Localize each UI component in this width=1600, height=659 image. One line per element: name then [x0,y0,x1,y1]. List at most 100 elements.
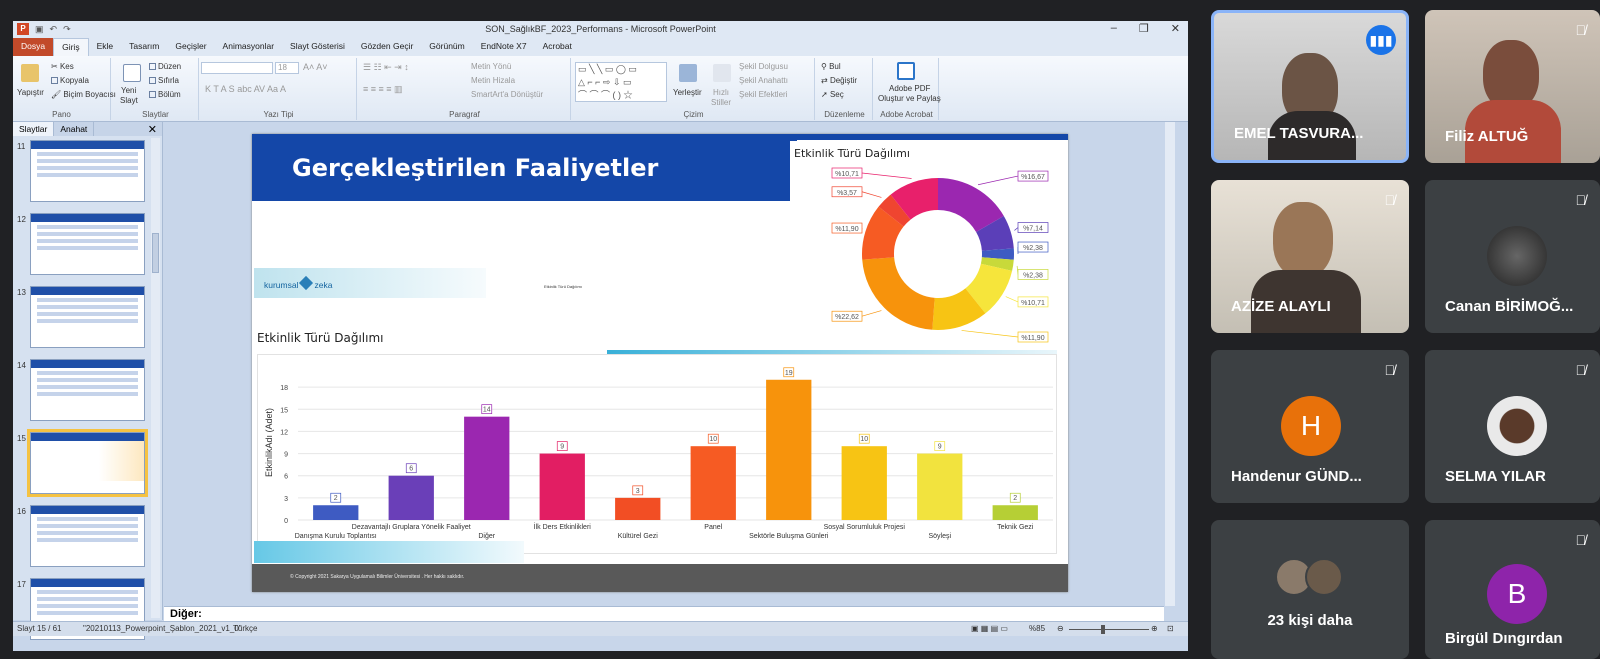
logo-text-right: zeka [314,280,333,290]
donut-leader [977,175,1019,186]
participant-tile-5[interactable]: H 🎙̸ Handenur GÜND... [1211,350,1409,503]
slide-thumbnail[interactable] [30,140,145,202]
tab-design[interactable]: Tasarım [121,38,167,56]
tab-review[interactable]: Gözden Geçir [353,38,421,56]
bar-chart-svg: 0 3 6 9 12 15 18 EtkinlikAdı (Adet) 2 Danışma Kur… [264,367,1053,540]
participant-name-5: Handenur GÜND... [1231,468,1362,485]
group-font: 18 A˄ A˅ K T A S abc AV Aa A Yazı Tipi [201,58,357,120]
tab-home[interactable]: Giriş [53,38,89,56]
shape-effects-button[interactable]: Şekil Efektleri [739,90,787,99]
cut-button[interactable]: ✂ Kes [51,62,74,71]
zoom-slider[interactable] [1069,629,1149,630]
close-button[interactable]: ✕ [1171,22,1180,35]
tab-transitions[interactable]: Geçişler [167,38,214,56]
donut-label: %2,38 [1023,245,1043,252]
tab-acrobat[interactable]: Acrobat [535,38,580,56]
tab-outline[interactable]: Anahat [54,122,95,136]
arrange-button[interactable]: Yerleştir [673,88,702,97]
participant-tile-4[interactable]: 🎙̸ Canan BİRİMOĞ... [1425,180,1600,333]
bar [841,446,887,520]
slide[interactable]: Gerçekleştirilen Faaliyetler Etkinlik Tü… [252,134,1068,592]
speaking-icon: ▮▮▮ [1366,25,1396,55]
zoom-slider-thumb[interactable] [1101,625,1105,634]
restore-button[interactable]: ❐ [1139,22,1149,35]
participant-tile-6[interactable]: 🎙̸ SELMA YILAR [1425,350,1600,503]
participant-tile-1[interactable]: ▮▮▮ EMEL TASVURA... [1211,10,1409,163]
notes-pane[interactable]: Diğer: [164,606,1164,621]
participant-tile-7[interactable]: 23 kişi daha [1211,520,1409,659]
shapes-gallery[interactable]: ▭ ╲ ╲ ▭ ◯ ▭ △ ⌐ ⌐ ⇨ ⇩ ▭ ⌒ ⌒ ⌒ ( ) ☆ [575,62,667,102]
x-category-label: Kültürel Gezi [618,533,659,540]
view-buttons[interactable]: ▣ ▦ ▤ ▭ [971,624,1008,633]
y-axis-label: EtkinlikAdı (Adet) [264,408,274,477]
shape-fill-button[interactable]: Şekil Dolgusu [739,62,788,71]
section-button[interactable]: Bölüm [149,90,181,99]
language-indicator[interactable]: Türkçe [233,624,257,633]
zoom-level[interactable]: %85 [1029,624,1045,633]
new-slide-button[interactable]: Yeni [121,86,136,95]
align-buttons[interactable]: ≡ ≡ ≡ ≡ ▥ [363,84,403,95]
panel-close-icon[interactable]: ✕ [148,123,157,136]
panel-scroll-thumb[interactable] [152,233,159,273]
panel-scrollbar[interactable] [151,138,160,618]
tab-view[interactable]: Görünüm [421,38,472,56]
x-category-label: Dezavantajlı Gruplara Yönelik Faaliyet [352,524,471,531]
quick-styles-button[interactable]: Hızlı [713,88,729,97]
x-category-label: İlk Ders Etkinlikleri [534,522,592,531]
layout-button[interactable]: Düzen [149,62,181,71]
logo-mark [299,275,314,291]
canvas-scrollbar[interactable] [1165,122,1175,606]
tab-slides[interactable]: Slaytlar [13,122,55,136]
zoom-in-icon[interactable]: ⊕ [1151,624,1158,633]
slide-thumbnail[interactable] [30,286,145,348]
font-size-select[interactable]: 18 [275,62,299,74]
tab-slideshow[interactable]: Slayt Gösterisi [282,38,353,56]
minimize-button[interactable]: – [1111,22,1117,35]
create-pdf-button[interactable]: Adobe PDF [889,84,930,93]
bar-chart[interactable]: 0 3 6 9 12 15 18 EtkinlikAdı (Adet) 2 Danışma Kur… [257,354,1057,554]
slide-thumbnail[interactable] [30,505,145,567]
select-button[interactable]: ➚ Seç [821,90,844,99]
font-format-buttons[interactable]: K T A S abc AV Aa A [205,84,286,94]
tab-animations[interactable]: Animasyonlar [215,38,283,56]
donut-chart[interactable]: Etkinlik Türü Dağılımı %16,67 %7,14 %2,38%… [790,141,1056,346]
participant-avatar-5: H [1281,396,1341,456]
donut-label: %10,71 [835,171,859,178]
donut-label: %7,14 [1023,226,1043,233]
find-button[interactable]: ⚲ Bul [821,62,841,71]
slide-number: 17 [17,580,26,589]
align-text-button[interactable]: Metin Hizala [471,76,515,85]
format-painter-button[interactable]: 🖌 Biçim Boyacısı [51,90,116,99]
copy-button[interactable]: Kopyala [51,76,89,85]
tab-insert[interactable]: Ekle [89,38,122,56]
reset-button[interactable]: Sıfırla [149,76,179,85]
donut-label: %10,71 [1021,300,1045,307]
slide-thumbnail[interactable] [27,429,148,497]
ribbon-tabs: Dosya Giriş Ekle Tasarım Geçişler Animas… [13,38,1188,56]
smartart-button[interactable]: SmartArt'a Dönüştür [471,90,543,99]
group-label-editing: Düzenleme [824,110,865,119]
slide-thumbnail[interactable] [30,213,145,275]
replace-button[interactable]: ⇄ Değiştir [821,76,857,85]
list-buttons[interactable]: ☰ ☷ ⇤ ⇥ ↕ [363,62,409,73]
shape-outline-button[interactable]: Şekil Anahattı [739,76,788,85]
tab-endnote[interactable]: EndNote X7 [473,38,535,56]
slide-thumbnail[interactable] [30,359,145,421]
donut-leader [861,191,882,198]
participant-tile-3[interactable]: 🎙̸ AZİZE ALAYLI [1211,180,1409,333]
text-direction-button[interactable]: Metin Yönü [471,62,511,71]
slide-number: 14 [17,361,26,370]
grow-font-button[interactable]: A˄ A˅ [303,62,328,72]
paste-button[interactable]: Yapıştır [17,88,44,97]
participant-tile-8[interactable]: B 🎙̸ Birgül Dıngırdan [1425,520,1600,659]
fit-window-icon[interactable]: ⊡ [1167,624,1174,633]
donut-label: %3,57 [837,190,857,197]
tab-file[interactable]: Dosya [13,38,54,56]
create-pdf-label: Oluştur ve Paylaş [878,94,941,103]
zoom-out-icon[interactable]: ⊖ [1057,624,1064,633]
title-bar: P ▣ ↶ ↷ SON_SağlıkBF_2023_Performans - M… [13,21,1188,38]
font-family-select[interactable] [201,62,273,74]
slide-footer: © Copyright 2021 Sakarya Uygulamalı Bili… [252,564,1068,592]
participant-tile-2[interactable]: 🎙̸ Filiz ALTUĞ [1425,10,1600,163]
new-slide-label: Slayt [120,96,138,105]
